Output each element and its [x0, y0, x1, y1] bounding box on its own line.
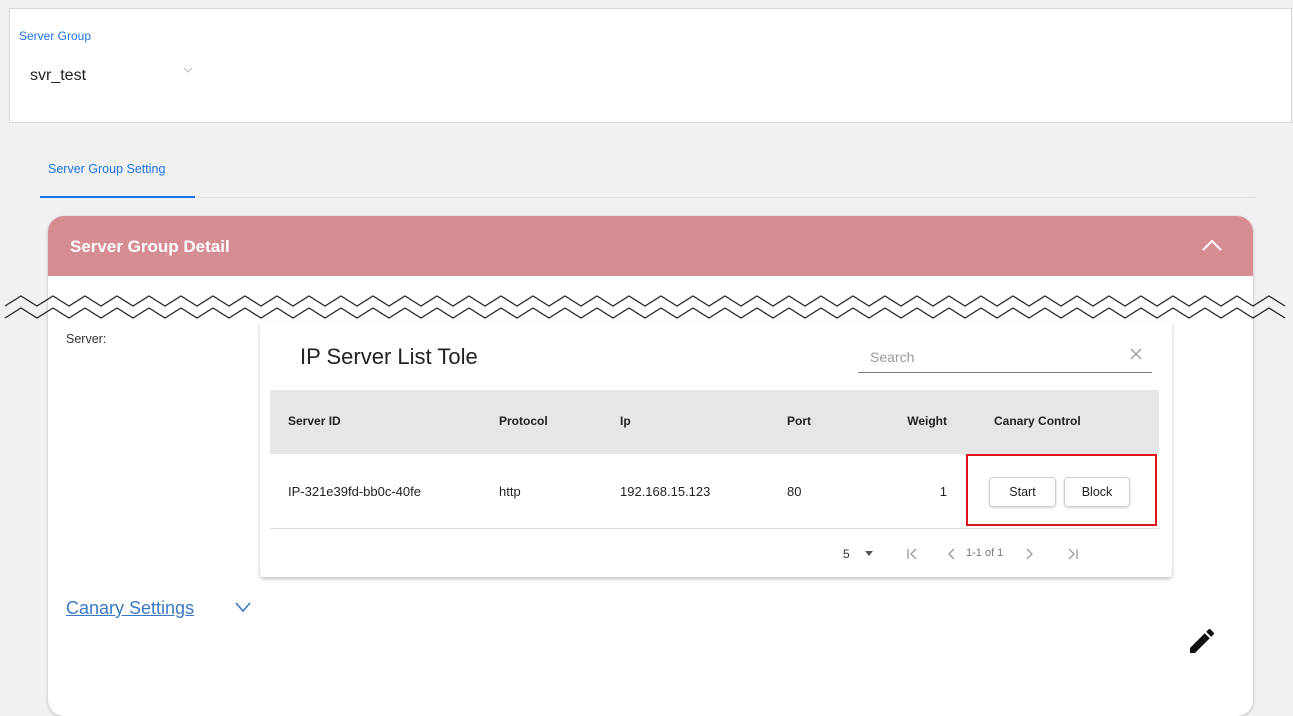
cell-protocol: http [499, 484, 521, 499]
pagination-range: 1-1 of 1 [966, 547, 1004, 559]
search-field [858, 342, 1152, 373]
close-icon[interactable] [1128, 346, 1144, 362]
column-header-port[interactable]: Port [787, 414, 811, 428]
chevron-down-icon[interactable] [183, 65, 193, 75]
server-group-panel: Server Group svr_test [9, 8, 1292, 123]
pencil-icon[interactable] [1186, 625, 1218, 657]
chevron-up-icon[interactable] [1201, 238, 1223, 252]
rows-per-page-select[interactable]: 5 [843, 547, 850, 561]
chevron-down-icon[interactable] [234, 601, 252, 613]
canary-settings-toggle[interactable]: Canary Settings [66, 598, 194, 619]
column-header-server-id[interactable]: Server ID [288, 414, 341, 428]
last-page-icon[interactable] [1066, 547, 1080, 561]
cell-port: 80 [787, 484, 802, 499]
next-page-icon[interactable] [1022, 547, 1036, 561]
tab-divider [195, 197, 1255, 198]
column-header-protocol[interactable]: Protocol [499, 414, 548, 428]
cell-server-id: IP-321e39fd-bb0c-40fe [288, 484, 421, 499]
start-button[interactable]: Start [989, 477, 1056, 507]
first-page-icon[interactable] [905, 547, 919, 561]
table-title: IP Server List Tole [300, 344, 478, 369]
server-group-label: Server Group [19, 29, 92, 43]
column-header-canary-control: Canary Control [994, 414, 1081, 428]
block-button[interactable]: Block [1064, 477, 1130, 507]
column-header-ip[interactable]: Ip [620, 414, 631, 428]
active-tab-indicator [40, 196, 195, 198]
server-label: Server: [66, 332, 107, 346]
ip-server-table: IP Server List Tole Server ID Protocol I… [260, 322, 1172, 577]
cell-weight: 1 [939, 484, 947, 499]
tab-server-group-setting[interactable]: Server Group Setting [48, 162, 165, 176]
card-title: Server Group Detail [70, 237, 230, 256]
dropdown-arrow-icon[interactable] [864, 548, 874, 558]
column-header-weight[interactable]: Weight [887, 414, 947, 428]
table-header-row: Server ID Protocol Ip Port Weight Canary… [270, 390, 1159, 454]
search-input[interactable] [868, 344, 1112, 370]
card-header: Server Group Detail [48, 216, 1253, 276]
cell-ip: 192.168.15.123 [620, 484, 711, 499]
prev-page-icon[interactable] [945, 547, 959, 561]
server-group-select[interactable]: svr_test [30, 67, 86, 85]
